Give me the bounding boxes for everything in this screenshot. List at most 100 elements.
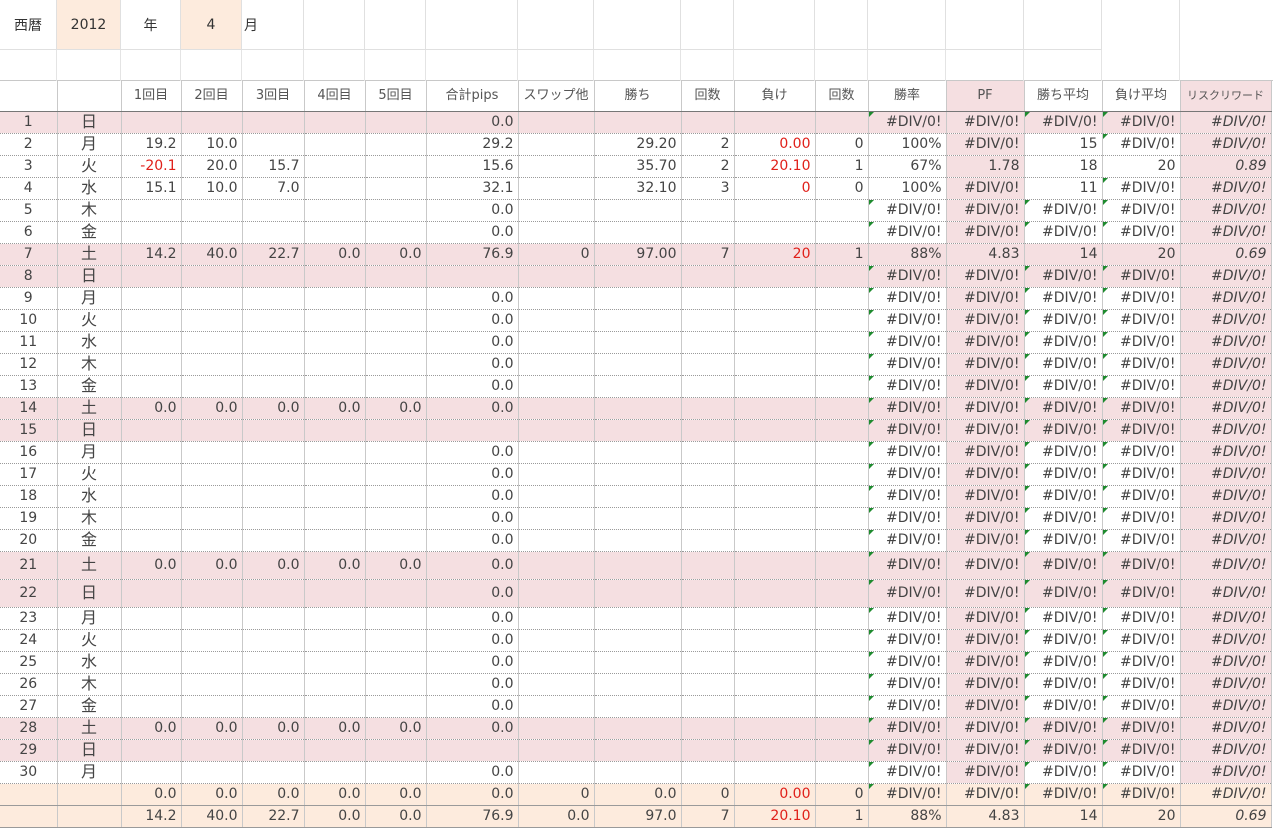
table-cell[interactable] (304, 375, 366, 398)
table-cell[interactable] (734, 199, 816, 222)
table-cell[interactable] (681, 761, 735, 784)
table-cell[interactable] (365, 739, 427, 762)
table-cell[interactable]: #DIV/0! (1024, 651, 1103, 674)
table-cell[interactable] (518, 579, 595, 608)
table-cell[interactable] (242, 331, 305, 354)
table-cell[interactable]: 0.0 (426, 607, 519, 630)
table-cell[interactable]: #DIV/0! (868, 397, 947, 420)
table-cell[interactable]: 火 (57, 629, 122, 652)
table-cell[interactable]: #DIV/0! (1102, 353, 1181, 376)
table-cell[interactable] (242, 485, 305, 508)
table-cell[interactable]: #DIV/0! (1180, 133, 1272, 156)
table-cell[interactable] (734, 673, 816, 696)
table-cell[interactable] (594, 375, 682, 398)
table-cell[interactable]: #DIV/0! (868, 651, 947, 674)
table-cell[interactable] (815, 651, 869, 674)
table-cell[interactable]: #DIV/0! (868, 529, 947, 552)
column-header[interactable]: 合計pips (426, 81, 519, 112)
table-cell[interactable] (681, 331, 735, 354)
table-cell[interactable]: #DIV/0! (1024, 485, 1103, 508)
table-cell[interactable]: 21 (0, 551, 58, 580)
table-cell[interactable]: 0.0 (365, 397, 427, 420)
table-cell[interactable] (734, 265, 816, 288)
summary-cell[interactable]: 20 (1102, 805, 1181, 828)
table-cell[interactable]: 1 (815, 155, 869, 178)
table-cell[interactable]: #DIV/0! (1180, 221, 1272, 244)
summary-cell[interactable]: 97.0 (594, 805, 682, 828)
table-cell[interactable] (815, 607, 869, 630)
table-cell[interactable] (594, 353, 682, 376)
table-cell[interactable] (242, 287, 305, 310)
table-cell[interactable] (518, 155, 595, 178)
summary-cell[interactable]: 0.00 (734, 783, 816, 806)
table-cell[interactable] (681, 673, 735, 696)
table-cell[interactable]: #DIV/0! (868, 761, 947, 784)
summary-cell[interactable]: #DIV/0! (946, 783, 1025, 806)
table-cell[interactable] (181, 695, 243, 718)
table-cell[interactable]: 28 (0, 717, 58, 740)
table-cell[interactable]: 14.2 (121, 243, 182, 266)
table-cell[interactable] (815, 309, 869, 332)
table-cell[interactable]: 4 (0, 177, 58, 200)
table-cell[interactable] (426, 265, 519, 288)
empty-cell[interactable] (304, 0, 365, 50)
table-cell[interactable] (681, 221, 735, 244)
table-cell[interactable] (815, 485, 869, 508)
table-cell[interactable]: 月 (57, 287, 122, 310)
table-cell[interactable]: #DIV/0! (1180, 507, 1272, 530)
table-cell[interactable]: #DIV/0! (1102, 673, 1181, 696)
table-cell[interactable]: #DIV/0! (1180, 629, 1272, 652)
table-cell[interactable]: #DIV/0! (868, 441, 947, 464)
table-cell[interactable]: 15.7 (242, 155, 305, 178)
table-cell[interactable] (734, 529, 816, 552)
table-cell[interactable]: 8 (0, 265, 58, 288)
table-cell[interactable] (518, 221, 595, 244)
table-cell[interactable]: #DIV/0! (1180, 551, 1272, 580)
table-cell[interactable] (181, 375, 243, 398)
table-cell[interactable]: 土 (57, 717, 122, 740)
table-cell[interactable]: 20 (734, 243, 816, 266)
summary-cell[interactable]: 0.0 (365, 783, 427, 806)
table-cell[interactable] (304, 441, 366, 464)
table-cell[interactable] (734, 507, 816, 530)
table-cell[interactable] (304, 419, 366, 442)
table-cell[interactable]: #DIV/0! (946, 651, 1025, 674)
column-header[interactable]: リスクリワード (1180, 81, 1272, 112)
table-cell[interactable] (365, 579, 427, 608)
table-cell[interactable] (594, 441, 682, 464)
table-cell[interactable]: #DIV/0! (868, 739, 947, 762)
table-cell[interactable] (365, 287, 427, 310)
table-cell[interactable] (121, 111, 182, 134)
table-cell[interactable]: 0.0 (181, 397, 243, 420)
table-cell[interactable]: #DIV/0! (946, 739, 1025, 762)
table-cell[interactable]: #DIV/0! (1180, 579, 1272, 608)
table-cell[interactable] (121, 761, 182, 784)
table-cell[interactable]: #DIV/0! (1024, 607, 1103, 630)
table-cell[interactable]: 20.0 (181, 155, 243, 178)
empty-cell[interactable] (426, 0, 518, 50)
table-cell[interactable] (181, 265, 243, 288)
table-cell[interactable]: 火 (57, 155, 122, 178)
table-cell[interactable]: #DIV/0! (1024, 695, 1103, 718)
table-cell[interactable] (681, 651, 735, 674)
table-cell[interactable]: 0.0 (426, 761, 519, 784)
table-cell[interactable]: 0.0 (121, 397, 182, 420)
column-header[interactable]: スワップ他 (518, 81, 595, 112)
table-cell[interactable]: #DIV/0! (1102, 199, 1181, 222)
summary-cell[interactable]: #DIV/0! (1180, 783, 1272, 806)
table-cell[interactable]: #DIV/0! (1102, 375, 1181, 398)
table-cell[interactable]: 6 (0, 221, 58, 244)
table-cell[interactable] (734, 651, 816, 674)
table-cell[interactable]: 11 (1024, 177, 1103, 200)
summary-cell[interactable]: #DIV/0! (1024, 783, 1103, 806)
table-cell[interactable]: 29.2 (426, 133, 519, 156)
table-cell[interactable]: 0.0 (365, 551, 427, 580)
table-cell[interactable]: #DIV/0! (1180, 529, 1272, 552)
table-cell[interactable] (121, 221, 182, 244)
table-cell[interactable]: 金 (57, 221, 122, 244)
table-cell[interactable] (181, 419, 243, 442)
table-cell[interactable] (734, 111, 816, 134)
table-cell[interactable] (681, 507, 735, 530)
table-cell[interactable] (242, 111, 305, 134)
table-cell[interactable]: #DIV/0! (1180, 651, 1272, 674)
